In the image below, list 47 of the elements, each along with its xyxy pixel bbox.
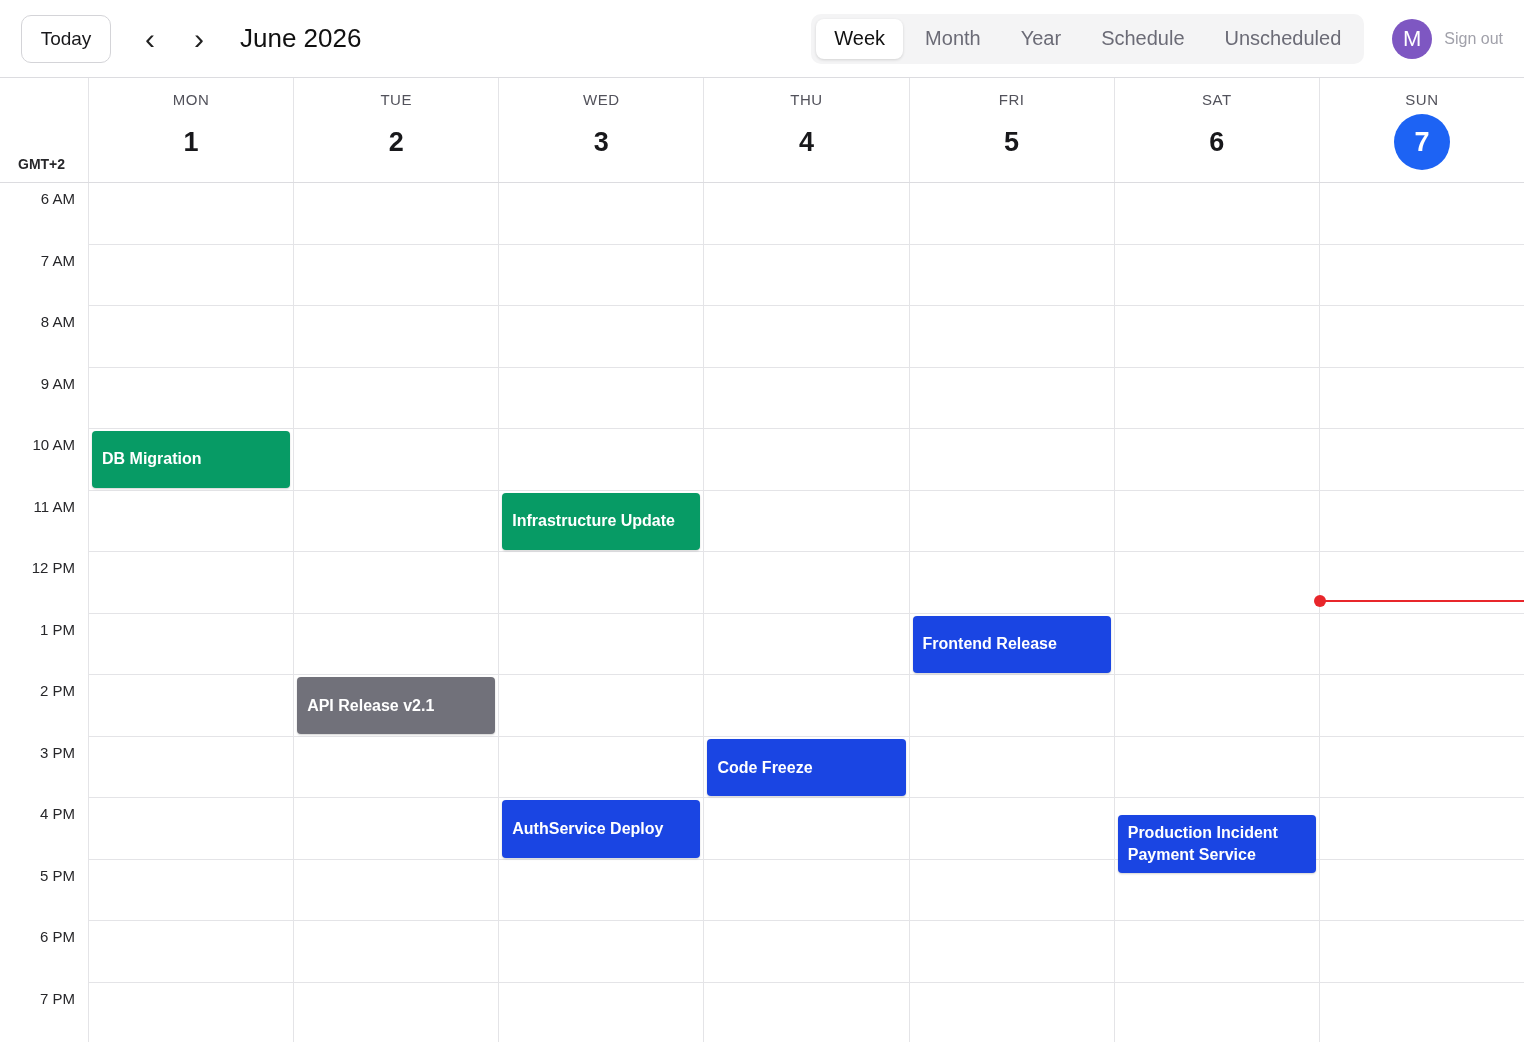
view-tab[interactable]: Unscheduled: [1206, 18, 1360, 59]
calendar-title: June 2026: [240, 23, 362, 54]
weekday-label: TUE: [380, 90, 412, 110]
event-card[interactable]: Frontend Release: [912, 615, 1111, 674]
weekday-label: FRI: [998, 90, 1025, 110]
hour-label: 1 PM: [40, 620, 75, 638]
hour-label: 6 PM: [40, 928, 75, 945]
weekday-label: MON: [172, 90, 210, 110]
hour-label: 4 PM: [40, 805, 75, 822]
view-tab[interactable]: Month: [907, 18, 999, 59]
hour-label: 7 PM: [40, 989, 75, 1007]
user-avatar[interactable]: M: [1392, 18, 1433, 59]
event-card[interactable]: Production Incident Payment Service: [1117, 815, 1316, 873]
date-number[interactable]: 2: [388, 127, 404, 157]
hour-label: 10 AM: [32, 436, 75, 453]
view-tab[interactable]: Schedule: [1083, 18, 1203, 59]
view-tab[interactable]: Year: [1002, 18, 1080, 59]
weekday-label: WED: [583, 90, 620, 110]
event-card[interactable]: Code Freeze: [707, 738, 906, 797]
hour-label: 7 AM: [40, 251, 75, 269]
event-card[interactable]: Infrastructure Update: [502, 492, 701, 551]
hour-label: 12 PM: [31, 559, 75, 576]
weekday-label: SUN: [1405, 90, 1439, 110]
weekday-label: THU: [790, 90, 823, 110]
previous-button[interactable]: ‹: [135, 18, 165, 59]
next-button[interactable]: ›: [184, 18, 214, 59]
hour-label: 5 PM: [40, 866, 75, 884]
current-time-dot-icon: [1313, 595, 1326, 608]
hour-label: 9 AM: [40, 374, 75, 392]
date-number[interactable]: 3: [593, 127, 609, 157]
event-card[interactable]: AuthService Deploy: [502, 800, 701, 858]
weekday-label: SAT: [1202, 90, 1232, 110]
date-number[interactable]: 4: [798, 127, 814, 157]
today-button[interactable]: Today: [21, 14, 111, 63]
view-tab[interactable]: Week: [816, 18, 904, 59]
date-number[interactable]: 7: [1393, 114, 1450, 170]
timezone-label: GMT+2: [18, 156, 66, 172]
hour-label: 11 AM: [33, 497, 75, 515]
hour-label: 8 AM: [40, 313, 75, 330]
date-number[interactable]: 5: [1004, 127, 1020, 157]
hour-label: 3 PM: [40, 743, 75, 761]
event-card[interactable]: DB Migration: [92, 430, 291, 489]
event-card[interactable]: API Release v2.1: [297, 676, 496, 735]
hour-label: 2 PM: [40, 682, 75, 699]
date-number[interactable]: 6: [1209, 127, 1225, 157]
date-number[interactable]: 1: [183, 127, 199, 157]
hour-label: 6 AM: [40, 190, 75, 207]
